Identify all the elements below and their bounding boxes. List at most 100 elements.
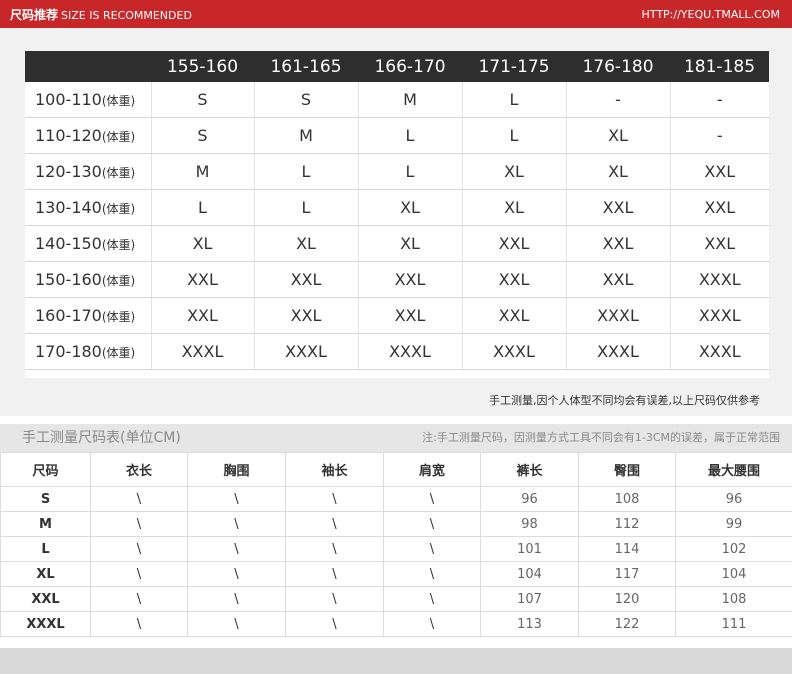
weight-range-cell: 150-160(体重) <box>25 261 152 298</box>
size-cell: XXL <box>670 225 769 262</box>
measurement-row: XL \ \ \ \ 104 117 104 <box>0 561 792 587</box>
measurement-cell: \ <box>285 586 384 612</box>
size-label-cell: XL <box>0 561 91 587</box>
weight-range: 160-170 <box>35 306 102 325</box>
weight-range-cell: 100-110(体重) <box>25 82 152 118</box>
measurement-row: XXXL \ \ \ \ 113 122 111 <box>0 611 792 637</box>
measurement-cell: \ <box>285 511 384 537</box>
size-cell: XXXL <box>462 333 567 370</box>
measurement-cell: \ <box>187 536 286 562</box>
size-cell: S <box>151 117 255 154</box>
size-cell: XXL <box>566 261 671 298</box>
size-cell: XL <box>254 225 359 262</box>
measurement-cell: 108 <box>578 486 676 512</box>
weight-range: 140-150 <box>35 234 102 253</box>
measurement-cell: \ <box>90 561 188 587</box>
weight-row: 160-170(体重) XXL XXL XXL XXL XXXL XXXL <box>25 297 769 334</box>
size-cell: XXXL <box>151 333 255 370</box>
header-title-cn: 尺码推荐 <box>10 8 59 22</box>
measurement-cell: 112 <box>578 511 676 537</box>
measurement-cell: 117 <box>578 561 676 587</box>
measurement-cell: \ <box>187 586 286 612</box>
measurement-cell: \ <box>90 586 188 612</box>
weight-range: 100-110 <box>35 90 102 109</box>
weight-range: 110-120 <box>35 126 102 145</box>
size-cell: M <box>254 117 359 154</box>
weight-range-cell: 160-170(体重) <box>25 297 152 334</box>
height-header-cell: 155-160 <box>151 51 254 82</box>
height-header-cell: 161-165 <box>254 51 358 82</box>
measurement-header-cell: 衣长 <box>90 452 188 487</box>
weight-row: 110-120(体重) S M L L XL - <box>25 117 769 154</box>
weight-row: 140-150(体重) XL XL XL XXL XXL XXL <box>25 225 769 262</box>
size-cell: L <box>462 82 567 118</box>
measurement-cell: \ <box>383 536 481 562</box>
size-cell: XL <box>358 225 463 262</box>
measurement-cell: 114 <box>578 536 676 562</box>
measurement-cell: \ <box>383 611 481 637</box>
weight-range-cell: 170-180(体重) <box>25 333 152 370</box>
measurement-cell: \ <box>383 486 481 512</box>
measurement-cell: 113 <box>480 611 579 637</box>
size-cell: XL <box>566 117 671 154</box>
measurement-cell: \ <box>285 561 384 587</box>
measurement-table: 尺码 衣长 胸围 袖长 肩宽 裤长 臀围 最大腰围 S \ \ \ \ 96 108 96 M \ \ \ \ 98 11… <box>0 452 792 637</box>
measurement-cell: 108 <box>675 586 792 612</box>
size-cell: S <box>151 82 255 118</box>
measurement-header-cell: 肩宽 <box>383 452 481 487</box>
measurement-title-bar: 手工测量尺码表(单位CM) 注:手工测量尺码，因测量方式工具不同会有1-3CM的… <box>0 424 792 452</box>
bottom-bar <box>0 648 792 674</box>
size-cell: L <box>358 153 463 190</box>
measurement-header-cell: 裤长 <box>480 452 579 487</box>
size-cell: L <box>462 117 567 154</box>
measurement-cell: 96 <box>675 486 792 512</box>
size-label-cell: L <box>0 536 91 562</box>
weight-row: 170-180(体重) XXXL XXXL XXXL XXXL XXXL XXXL <box>25 333 769 370</box>
size-cell: XXXL <box>358 333 463 370</box>
header-bar: 尺码推荐 SIZE IS RECOMMENDED HTTP://YEQU.TMAL… <box>0 0 792 28</box>
weight-range-cell: 140-150(体重) <box>25 225 152 262</box>
size-cell: XXXL <box>566 297 671 334</box>
size-cell: XXXL <box>566 333 671 370</box>
weight-row: 130-140(体重) L L XL XL XXL XXL <box>25 189 769 226</box>
weight-range: 150-160 <box>35 270 102 289</box>
measurement-table-wrap: 尺码 衣长 胸围 袖长 肩宽 裤长 臀围 最大腰围 S \ \ \ \ 96 108 96 M \ \ \ \ 98 11… <box>0 452 792 637</box>
height-header-row: 155-160 161-165 166-170 171-175 176-180 181-1… <box>25 51 769 82</box>
size-recommendation-panel: 155-160 161-165 166-170 171-175 176-180 181-1… <box>25 51 769 378</box>
size-cell: XXL <box>151 297 255 334</box>
size-table-note: 手工测量,因个人体型不同均会有误差,以上尺码仅供参考 <box>489 394 760 407</box>
measurement-cell: \ <box>383 586 481 612</box>
store-url-link[interactable]: HTTP://YEQU.TMALL.COM <box>642 0 780 30</box>
weight-unit: (体重) <box>101 202 136 216</box>
height-header-cell: 176-180 <box>566 51 670 82</box>
measurement-cell: \ <box>90 486 188 512</box>
weight-range-cell: 130-140(体重) <box>25 189 152 226</box>
measurement-cell: 104 <box>675 561 792 587</box>
size-cell: XL <box>462 189 567 226</box>
weight-row: 100-110(体重) S S M L - - <box>25 82 769 118</box>
measurement-cell: 120 <box>578 586 676 612</box>
height-header-cell: 166-170 <box>358 51 462 82</box>
size-cell: XXL <box>462 225 567 262</box>
weight-range: 120-130 <box>35 162 102 181</box>
weight-unit: (体重) <box>101 346 136 360</box>
measurement-header-cell: 最大腰围 <box>675 452 792 487</box>
measurement-cell: \ <box>383 561 481 587</box>
size-cell: XL <box>358 189 463 226</box>
measurement-cell: \ <box>285 536 384 562</box>
size-recommendation-table: 155-160 161-165 166-170 171-175 176-180 181-1… <box>25 51 769 370</box>
measurement-cell: 96 <box>480 486 579 512</box>
weight-range: 130-140 <box>35 198 102 217</box>
size-cell: XXL <box>566 189 671 226</box>
weight-unit: (体重) <box>101 274 136 288</box>
size-label-cell: XXXL <box>0 611 91 637</box>
measurement-row: XXL \ \ \ \ 107 120 108 <box>0 586 792 612</box>
size-label-cell: M <box>0 511 91 537</box>
size-cell: XXL <box>566 225 671 262</box>
height-header-cell: 181-185 <box>670 51 769 82</box>
measurement-cell: \ <box>90 536 188 562</box>
weight-range-cell: 110-120(体重) <box>25 117 152 154</box>
weight-range: 170-180 <box>35 342 102 361</box>
measurement-cell: 107 <box>480 586 579 612</box>
measurement-cell: 104 <box>480 561 579 587</box>
